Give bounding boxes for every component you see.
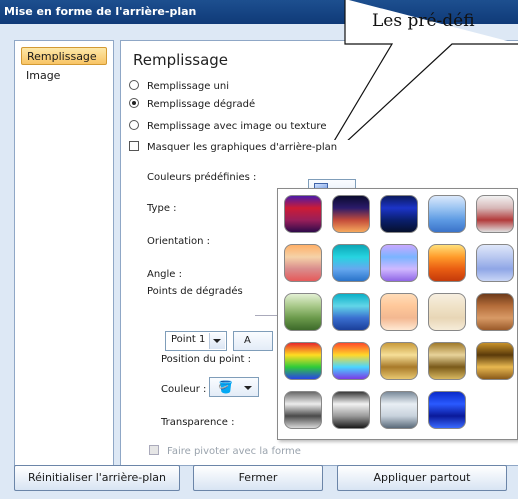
transparency-label: Transparence : bbox=[161, 417, 235, 428]
preset-gradient-swatch[interactable] bbox=[428, 244, 466, 282]
add-point-button[interactable]: A bbox=[233, 331, 273, 351]
solid-fill-radio[interactable] bbox=[129, 80, 139, 90]
gradient-fill-radio[interactable] bbox=[129, 98, 139, 108]
preset-gradient-swatch[interactable] bbox=[284, 391, 322, 429]
preset-gradient-swatch[interactable] bbox=[428, 342, 466, 380]
solid-fill-option[interactable]: Remplissage uni bbox=[129, 79, 229, 95]
gradient-points-label: Points de dégradés bbox=[147, 286, 243, 297]
chevron-down-icon bbox=[213, 339, 221, 343]
category-list: Remplissage Image bbox=[14, 40, 114, 466]
callout-text: Les pré-défi bbox=[372, 11, 475, 31]
reset-background-button[interactable]: Réinitialiser l'arrière-plan bbox=[14, 465, 180, 491]
apply-all-button[interactable]: Appliquer partout bbox=[337, 465, 507, 491]
chevron-down-icon bbox=[244, 386, 252, 390]
point-position-label: Position du point : bbox=[161, 354, 252, 365]
solid-fill-label: Remplissage uni bbox=[147, 81, 229, 92]
preset-gradient-swatch[interactable] bbox=[380, 195, 418, 233]
rotate-with-shape-option: Faire pivoter avec la forme bbox=[149, 445, 301, 457]
preset-gradient-swatch[interactable] bbox=[284, 342, 322, 380]
preset-gradient-swatch[interactable] bbox=[380, 293, 418, 331]
picture-fill-radio[interactable] bbox=[129, 120, 139, 130]
preset-gradient-swatch[interactable] bbox=[332, 342, 370, 380]
point-select-dropdown[interactable] bbox=[209, 333, 225, 349]
point-select[interactable]: Point 1 bbox=[165, 331, 227, 351]
preset-gradient-swatch[interactable] bbox=[332, 293, 370, 331]
type-label: Type : bbox=[147, 203, 177, 214]
orientation-label: Orientation : bbox=[147, 236, 211, 247]
picture-fill-option[interactable]: Remplissage avec image ou texture bbox=[129, 119, 326, 135]
window-title: Mise en forme de l'arrière-plan bbox=[4, 5, 197, 18]
preset-gradient-swatch[interactable] bbox=[428, 391, 466, 429]
preset-colors-label: Couleurs prédéfinies : bbox=[147, 172, 257, 183]
preset-gradient-swatch[interactable] bbox=[332, 391, 370, 429]
preset-gradient-swatch[interactable] bbox=[332, 195, 370, 233]
preset-gradient-swatch[interactable] bbox=[380, 342, 418, 380]
preset-gradient-swatch[interactable] bbox=[284, 244, 322, 282]
preset-gradient-swatch[interactable] bbox=[428, 195, 466, 233]
add-point-label: A bbox=[244, 335, 251, 346]
group-divider bbox=[255, 315, 277, 316]
preset-gradient-swatch[interactable] bbox=[380, 391, 418, 429]
nav-item-fill[interactable]: Remplissage bbox=[21, 47, 107, 65]
paint-bucket-icon: 🪣 bbox=[218, 380, 233, 394]
gradient-fill-label: Remplissage dégradé bbox=[147, 99, 256, 110]
color-picker-button[interactable]: 🪣 bbox=[209, 377, 259, 397]
nav-item-image[interactable]: Image bbox=[21, 67, 107, 85]
preset-gradient-swatch[interactable] bbox=[284, 293, 322, 331]
point-select-value: Point 1 bbox=[171, 334, 206, 345]
preset-gradient-gallery bbox=[277, 188, 518, 440]
angle-label: Angle : bbox=[147, 269, 183, 280]
preset-gradient-swatch[interactable] bbox=[476, 195, 514, 233]
preset-gradient-swatch[interactable] bbox=[332, 244, 370, 282]
gradient-fill-option[interactable]: Remplissage dégradé bbox=[129, 97, 255, 113]
preset-gradient-swatch[interactable] bbox=[428, 293, 466, 331]
color-label: Couleur : bbox=[161, 384, 207, 395]
hide-graphics-checkbox[interactable] bbox=[129, 141, 139, 151]
picture-fill-label: Remplissage avec image ou texture bbox=[147, 121, 327, 132]
panel-title: Remplissage bbox=[133, 51, 229, 69]
close-button[interactable]: Fermer bbox=[193, 465, 323, 491]
preset-gradient-swatch[interactable] bbox=[284, 195, 322, 233]
hide-graphics-option[interactable]: Masquer les graphiques d'arrière-plan bbox=[129, 140, 337, 156]
hide-graphics-label: Masquer les graphiques d'arrière-plan bbox=[147, 142, 338, 153]
preset-gradient-swatch[interactable] bbox=[380, 244, 418, 282]
preset-gradient-swatch[interactable] bbox=[476, 244, 514, 282]
preset-gradient-swatch[interactable] bbox=[476, 342, 514, 380]
rotate-with-shape-checkbox bbox=[149, 445, 159, 455]
preset-gradient-swatch[interactable] bbox=[476, 293, 514, 331]
rotate-with-shape-label: Faire pivoter avec la forme bbox=[167, 446, 301, 457]
